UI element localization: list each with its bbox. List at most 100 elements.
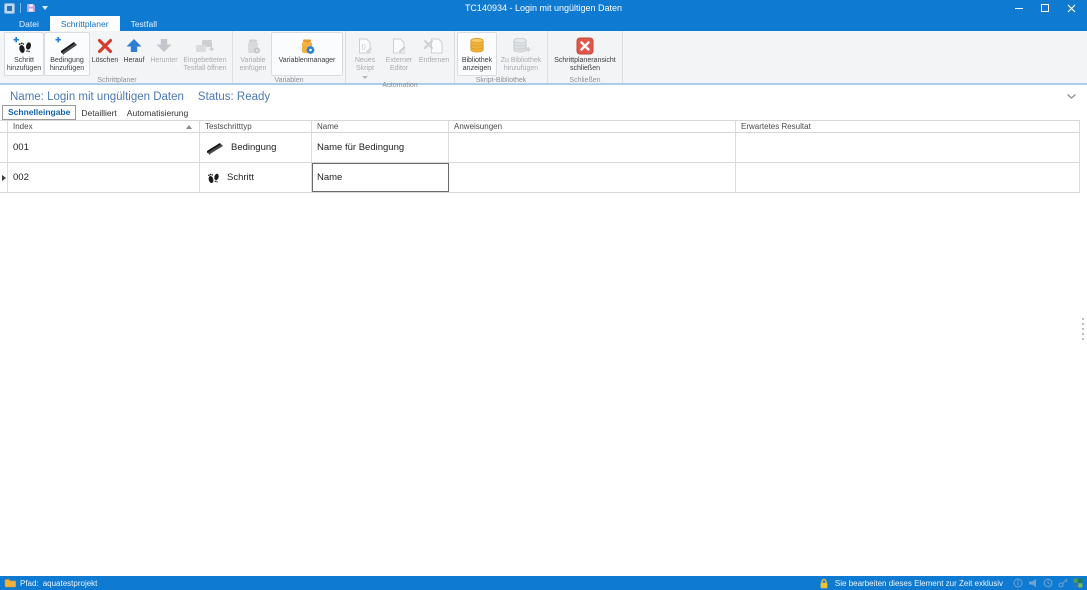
- minimize-button[interactable]: [1013, 2, 1025, 14]
- row-indicator-cell: [0, 163, 8, 192]
- button-label: Entfernen: [419, 57, 449, 65]
- group-label: Variablen: [235, 76, 343, 86]
- subtab-automatisierung[interactable]: Automatisierung: [122, 107, 193, 120]
- button-label: Neues Skript: [350, 57, 380, 74]
- cell-erwartetes-resultat[interactable]: [736, 163, 1080, 192]
- statusbar-right: Sie bearbeiten dieses Element zur Zeit e…: [819, 578, 1083, 589]
- delete-button[interactable]: Löschen: [90, 32, 120, 76]
- status-label: Status:: [198, 91, 234, 103]
- add-condition-button[interactable]: Bedingung hinzufügen: [44, 32, 90, 76]
- name-cell-value: Name: [317, 172, 342, 183]
- column-header-index[interactable]: Index: [8, 121, 200, 132]
- new-script-dropdown-icon[interactable]: [362, 76, 368, 79]
- add-step-icon: [13, 35, 35, 57]
- table-row[interactable]: 001 Bedingung Name für Bedingung: [0, 133, 1080, 163]
- save-icon[interactable]: [26, 3, 36, 13]
- show-library-icon: [467, 35, 487, 57]
- column-header-name[interactable]: Name: [312, 121, 449, 132]
- subtab-detailliert[interactable]: Detailliert: [76, 107, 121, 120]
- subtab-schnelleingabe[interactable]: Schnelleingabe: [2, 105, 76, 120]
- cell-index[interactable]: 001: [8, 133, 200, 162]
- app-icon[interactable]: [4, 3, 15, 14]
- history-icon[interactable]: [1043, 578, 1053, 588]
- tab-schrittplaner[interactable]: Schrittplaner: [50, 16, 120, 31]
- button-label: Schrittplaneransicht schließen: [552, 57, 618, 74]
- ribbon-group-skript-bibliothek: Bibliothek anzeigen Zu Bibliothek hinzuf…: [455, 31, 548, 83]
- column-label: Index: [13, 122, 33, 131]
- row-indicator-cell: [0, 133, 8, 162]
- column-label: Erwartetes Resultat: [741, 122, 811, 131]
- statusbar: Pfad: aquatestprojekt Sie bearbeiten die…: [0, 576, 1087, 590]
- cell-erwartetes-resultat[interactable]: [736, 133, 1080, 162]
- chevron-down-icon: [1066, 93, 1077, 100]
- add-condition-icon: [55, 35, 79, 57]
- tab-datei[interactable]: Datei: [8, 16, 50, 31]
- button-label: Bedingung hinzufügen: [46, 57, 88, 74]
- quick-access-toolbar: [4, 3, 48, 14]
- name-cell-value: Name für Bedingung: [317, 142, 404, 153]
- button-label: Bibliothek anzeigen: [459, 57, 495, 74]
- cell-name[interactable]: Name für Bedingung: [312, 133, 449, 162]
- button-label: Schritt hinzufügen: [6, 57, 42, 74]
- collapse-header-button[interactable]: [1066, 93, 1077, 100]
- panel-splitter-handle[interactable]: [1082, 318, 1084, 342]
- add-to-library-button[interactable]: Zu Bibliothek hinzufügen: [497, 32, 545, 76]
- path-label: Pfad:: [20, 579, 39, 588]
- button-label: Variable einfügen: [237, 57, 269, 74]
- close-stepplanner-view-button[interactable]: Schrittplaneransicht schließen: [550, 32, 620, 76]
- insert-variable-button[interactable]: Variable einfügen: [235, 32, 271, 76]
- info-icon[interactable]: [1013, 578, 1023, 588]
- status-value: Ready: [237, 91, 270, 103]
- column-header-testschritttyp[interactable]: Testschritttyp: [200, 121, 312, 132]
- qat-separator: [20, 3, 21, 13]
- move-up-button[interactable]: Herauf: [120, 32, 148, 76]
- cell-testschritttyp[interactable]: Schritt: [200, 163, 312, 192]
- index-value: 001: [13, 142, 29, 153]
- tab-testfall[interactable]: Testfall: [120, 16, 168, 31]
- cell-index[interactable]: 002: [8, 163, 200, 192]
- button-label: Variablenmanager: [279, 57, 336, 65]
- megaphone-icon[interactable]: [1028, 578, 1038, 588]
- sort-ascending-icon: [186, 125, 192, 129]
- variable-manager-button[interactable]: Variablenmanager: [271, 32, 343, 76]
- customize-dropdown-icon[interactable]: [42, 6, 48, 10]
- move-down-button[interactable]: Herunter: [148, 32, 180, 76]
- statusbar-icons: [1013, 578, 1083, 588]
- condition-icon: [205, 140, 225, 156]
- close-view-icon: [575, 35, 595, 57]
- column-header-erwartetes-resultat[interactable]: Erwartetes Resultat: [736, 121, 1080, 132]
- remove-script-button[interactable]: Entfernen: [416, 32, 452, 81]
- new-script-button[interactable]: {) Neues Skript: [348, 32, 382, 81]
- column-header-anweisungen[interactable]: Anweisungen: [449, 121, 736, 132]
- restore-button[interactable]: [1039, 2, 1051, 14]
- row-gutter-header: [0, 121, 8, 132]
- show-library-button[interactable]: Bibliothek anzeigen: [457, 32, 497, 76]
- ribbon-group-automation: {) Neues Skript Externer Editor: [346, 31, 455, 83]
- lock-icon: [819, 578, 829, 589]
- button-label: Externer Editor: [384, 57, 414, 74]
- external-editor-button[interactable]: Externer Editor: [382, 32, 416, 81]
- current-row-arrow-icon: [2, 175, 6, 181]
- add-step-button[interactable]: Schritt hinzufügen: [4, 32, 44, 76]
- table-row[interactable]: 002 Schritt Name: [0, 163, 1080, 193]
- open-embedded-testcase-button[interactable]: Eingebetteten Testfall öffnen: [180, 32, 230, 76]
- column-label: Name: [317, 122, 338, 131]
- group-label: Schließen: [550, 76, 620, 86]
- key-icon[interactable]: [1058, 578, 1068, 588]
- cell-anweisungen[interactable]: [449, 163, 736, 192]
- close-button[interactable]: [1065, 2, 1077, 14]
- ribbon-group-variablen: Variable einfügen Variablenmanager: [233, 31, 346, 83]
- view-subtabs: Schnelleingabe Detailliert Automatisieru…: [2, 106, 193, 120]
- cell-anweisungen[interactable]: [449, 133, 736, 162]
- name-value: Login mit ungültigen Daten: [47, 91, 184, 103]
- name-label: Name:: [10, 91, 44, 103]
- cell-testschritttyp[interactable]: Bedingung: [200, 133, 312, 162]
- type-label: Bedingung: [231, 142, 276, 153]
- index-value: 002: [13, 172, 29, 183]
- cell-name-selected[interactable]: Name: [312, 163, 449, 192]
- insert-variable-icon: [243, 35, 263, 57]
- statusbar-path: Pfad: aquatestprojekt: [4, 578, 97, 588]
- button-label: Herunter: [150, 57, 177, 65]
- app-grid-icon[interactable]: [1073, 578, 1083, 588]
- open-embedded-testcase-icon: [194, 35, 216, 57]
